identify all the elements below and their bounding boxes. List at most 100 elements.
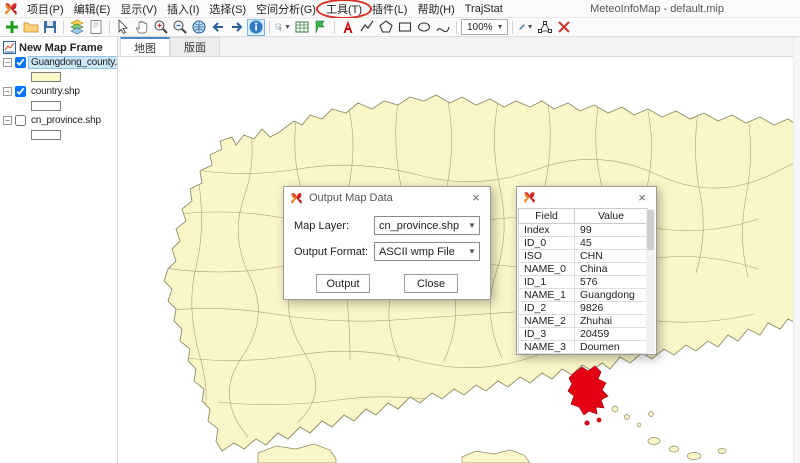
selected-county-polygon[interactable] bbox=[568, 366, 608, 425]
delete-feature-icon[interactable] bbox=[555, 19, 573, 36]
edit-pencil-icon[interactable]: ▼ bbox=[517, 19, 535, 36]
open-project-icon[interactable] bbox=[22, 19, 40, 36]
curve-icon[interactable] bbox=[434, 19, 452, 36]
table-row[interactable]: ISOCHN bbox=[519, 250, 648, 263]
zoom-in-icon[interactable] bbox=[152, 19, 170, 36]
field-cell: ID_3 bbox=[519, 328, 575, 341]
menu-geoprocessing[interactable]: 空间分析(G) bbox=[251, 0, 321, 18]
menu-insert[interactable]: 插入(I) bbox=[162, 0, 204, 18]
table-row[interactable]: ID_045 bbox=[519, 237, 648, 250]
menu-view[interactable]: 显示(V) bbox=[115, 0, 162, 18]
map-frame-label: New Map Frame bbox=[19, 42, 103, 54]
tab-map[interactable]: 地图 bbox=[120, 37, 170, 56]
zoom-level-value: 100% bbox=[467, 22, 493, 33]
output-button[interactable]: Output bbox=[316, 274, 370, 293]
output-format-select[interactable]: ASCII wmp File ▼ bbox=[374, 242, 480, 261]
layout-page-icon[interactable] bbox=[87, 19, 105, 36]
table-row[interactable]: NAME_3Doumen bbox=[519, 341, 648, 354]
collapse-toggle-icon[interactable]: − bbox=[3, 58, 12, 67]
table-row[interactable]: Index99 bbox=[519, 224, 648, 237]
menu-edit[interactable]: 编辑(E) bbox=[69, 0, 116, 18]
toolbar-separator bbox=[334, 21, 335, 34]
legend-row bbox=[3, 70, 117, 84]
zoom-previous-icon[interactable] bbox=[209, 19, 227, 36]
chevron-down-icon: ▼ bbox=[465, 221, 479, 230]
text-icon[interactable] bbox=[339, 19, 357, 36]
select-element-icon[interactable] bbox=[114, 19, 132, 36]
dialog-titlebar[interactable]: × bbox=[517, 187, 656, 208]
field-cell: NAME_2 bbox=[519, 315, 575, 328]
zoom-level-combo[interactable]: 100%▼ bbox=[461, 19, 508, 35]
close-button[interactable]: Close bbox=[404, 274, 458, 293]
full-extent-icon[interactable] bbox=[190, 19, 208, 36]
add-layer-icon[interactable] bbox=[3, 19, 21, 36]
label-icon[interactable] bbox=[312, 19, 330, 36]
chevron-down-icon: ▼ bbox=[465, 247, 479, 256]
application-window: 项目(P) 编辑(E) 显示(V) 插入(I) 选择(S) 空间分析(G) 工具… bbox=[0, 0, 800, 463]
zoom-out-icon[interactable] bbox=[171, 19, 189, 36]
collapse-toggle-icon[interactable]: − bbox=[3, 116, 12, 125]
table-scrollbar[interactable] bbox=[646, 209, 655, 353]
table-row[interactable]: NAME_1Guangdong bbox=[519, 289, 648, 302]
menu-trajstat[interactable]: TrajStat bbox=[460, 2, 508, 16]
collapse-toggle-icon[interactable]: − bbox=[3, 87, 12, 96]
value-cell: CHN bbox=[575, 250, 648, 263]
map-layer-row: Map Layer: cn_province.shp ▼ bbox=[284, 216, 490, 235]
vertical-scrollbar[interactable] bbox=[793, 37, 800, 463]
layer-checkbox[interactable] bbox=[15, 86, 26, 97]
ellipse-icon[interactable] bbox=[415, 19, 433, 36]
menu-tools[interactable]: 工具(T) bbox=[321, 0, 367, 18]
column-header-value[interactable]: Value bbox=[575, 209, 648, 224]
table-row[interactable]: ID_29826 bbox=[519, 302, 648, 315]
save-project-icon[interactable] bbox=[41, 19, 59, 36]
value-cell: China bbox=[575, 263, 648, 276]
map-frame-node[interactable]: New Map Frame bbox=[3, 40, 117, 55]
layer-label[interactable]: country.shp bbox=[29, 86, 82, 97]
menu-selection[interactable]: 选择(S) bbox=[204, 0, 251, 18]
output-map-data-dialog: Output Map Data × Map Layer: cn_province… bbox=[283, 186, 491, 300]
rectangle-icon[interactable] bbox=[396, 19, 414, 36]
select-feature-icon[interactable]: ▼ bbox=[274, 19, 292, 36]
zoom-next-icon[interactable] bbox=[228, 19, 246, 36]
toolbar-separator bbox=[63, 21, 64, 34]
field-cell: ISO bbox=[519, 250, 575, 263]
legend-swatch[interactable] bbox=[31, 101, 61, 111]
edit-vertices-icon[interactable] bbox=[536, 19, 554, 36]
polyline-icon[interactable] bbox=[358, 19, 376, 36]
field-cell: ID_0 bbox=[519, 237, 575, 250]
close-icon[interactable]: × bbox=[634, 191, 650, 205]
toolbar-separator bbox=[512, 21, 513, 34]
scrollbar-thumb[interactable] bbox=[647, 210, 654, 250]
menu-project[interactable]: 项目(P) bbox=[22, 0, 69, 18]
identify-icon[interactable] bbox=[247, 19, 265, 36]
table-row[interactable]: NAME_2Zhuhai bbox=[519, 315, 648, 328]
polygon-icon[interactable] bbox=[377, 19, 395, 36]
layers-icon[interactable] bbox=[68, 19, 86, 36]
table-row[interactable]: ID_320459 bbox=[519, 328, 648, 341]
layer-label[interactable]: cn_province.shp bbox=[29, 115, 103, 126]
tab-layout[interactable]: 版面 bbox=[170, 37, 220, 56]
menu-plugins[interactable]: 插件(L) bbox=[367, 0, 412, 18]
layer-checkbox[interactable] bbox=[15, 115, 26, 126]
dialog-titlebar[interactable]: Output Map Data × bbox=[284, 187, 490, 209]
menu-bar: 项目(P) 编辑(E) 显示(V) 插入(I) 选择(S) 空间分析(G) 工具… bbox=[0, 0, 800, 18]
menu-help[interactable]: 帮助(H) bbox=[412, 0, 459, 18]
layer-label[interactable]: Guangdong_county.shp bbox=[29, 57, 117, 68]
pan-icon[interactable] bbox=[133, 19, 151, 36]
field-cell: ID_2 bbox=[519, 302, 575, 315]
attribute-table-icon[interactable] bbox=[293, 19, 311, 36]
layer-node[interactable]: − Guangdong_county.shp bbox=[3, 55, 117, 70]
value-cell: 45 bbox=[575, 237, 648, 250]
value-cell: Doumen bbox=[575, 341, 648, 354]
table-row[interactable]: NAME_0China bbox=[519, 263, 648, 276]
layer-node[interactable]: − country.shp bbox=[3, 84, 117, 99]
layer-node[interactable]: − cn_province.shp bbox=[3, 113, 117, 128]
close-icon[interactable]: × bbox=[468, 191, 484, 205]
table-row[interactable]: ID_1576 bbox=[519, 276, 648, 289]
map-layer-select[interactable]: cn_province.shp ▼ bbox=[374, 216, 480, 235]
legend-swatch[interactable] bbox=[31, 72, 61, 82]
value-cell: Guangdong bbox=[575, 289, 648, 302]
column-header-field[interactable]: Field bbox=[519, 209, 575, 224]
layer-checkbox[interactable] bbox=[15, 57, 26, 68]
legend-swatch[interactable] bbox=[31, 130, 61, 140]
